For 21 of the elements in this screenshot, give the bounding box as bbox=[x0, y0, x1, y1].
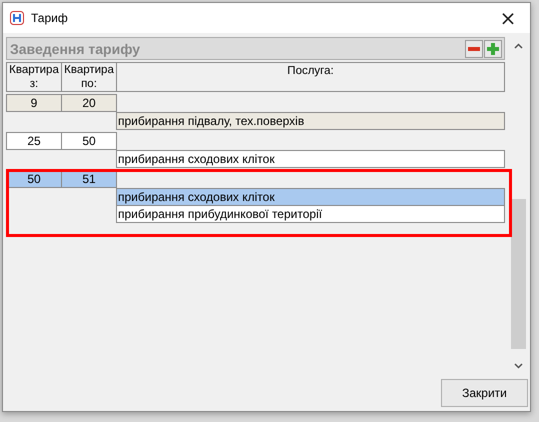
column-header: Послуга: bbox=[116, 62, 505, 92]
section-title: Заведення тарифу bbox=[10, 40, 140, 56]
remove-button[interactable] bbox=[465, 40, 483, 58]
table-cell[interactable]: 20 bbox=[61, 94, 117, 112]
scroll-down-icon bbox=[514, 363, 523, 369]
add-button[interactable] bbox=[484, 40, 502, 58]
table-cell[interactable]: прибирання підвалу, тех.поверхів bbox=[116, 112, 505, 130]
table-cell[interactable]: прибирання сходових кліток bbox=[116, 188, 505, 206]
close-button[interactable]: × bbox=[486, 3, 530, 33]
table-cell[interactable]: 50 bbox=[61, 132, 117, 150]
close-dialog-button[interactable]: Закрити bbox=[441, 379, 528, 407]
table-cell[interactable]: прибирання прибудинкової території bbox=[116, 205, 505, 223]
window-title: Тариф bbox=[31, 11, 69, 25]
table-cell[interactable]: прибирання сходових кліток bbox=[116, 150, 505, 168]
scroll-up-icon bbox=[514, 43, 523, 49]
app-icon bbox=[10, 11, 24, 25]
column-header: Квартира з: bbox=[6, 62, 62, 92]
plus-icon bbox=[486, 42, 500, 56]
column-header: Квартира по: bbox=[61, 62, 117, 92]
table-cell[interactable]: 25 bbox=[6, 132, 62, 150]
table-cell[interactable]: 9 bbox=[6, 94, 62, 112]
